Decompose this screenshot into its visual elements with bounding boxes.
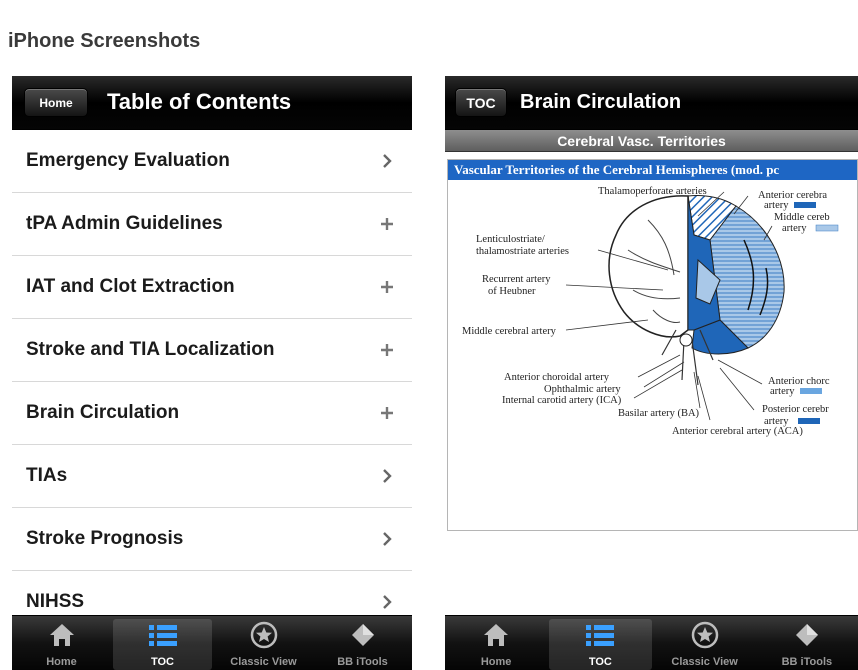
home-icon (47, 620, 77, 650)
tab-label: BB iTools (781, 656, 833, 668)
label-anterior-cerebral-artery: artery (764, 200, 789, 211)
vascular-territories-figure[interactable]: Vascular Territories of the Cerebral Hem… (447, 159, 858, 531)
toc-item-label: IAT and Clot Extraction (26, 276, 235, 297)
tab-label: TOC (150, 656, 175, 668)
tab-bar: Home TOC Classic View BB iTools (445, 615, 858, 670)
label-middle-cerebral: Middle cereb (774, 212, 830, 223)
toc-list: Emergency Evaluation tPA Admin Guideline… (12, 130, 412, 634)
brain-navbar: TOC Brain Circulation (445, 76, 858, 130)
star-circle-icon (249, 620, 279, 650)
toc-item-stroke-tia-localization[interactable]: Stroke and TIA Localization (12, 319, 412, 382)
toc-item-label: NIHSS (26, 591, 85, 612)
tab-label: BB iTools (337, 656, 388, 668)
label-lenticulostriate: Lenticulostriate/ (476, 234, 545, 245)
plus-icon (378, 404, 396, 422)
home-icon (481, 620, 511, 650)
toc-item-emergency-evaluation[interactable]: Emergency Evaluation (12, 130, 412, 193)
tab-bb-itools[interactable]: BB iTools (756, 616, 858, 670)
tab-bb-itools[interactable]: BB iTools (313, 616, 412, 670)
star-circle-icon (690, 620, 720, 650)
label-thalamostriate: thalamostriate arteries (476, 246, 569, 257)
toc-item-label: Brain Circulation (26, 402, 180, 423)
plus-icon (378, 341, 396, 359)
tab-label: Classic View (230, 656, 297, 668)
tab-classic-view[interactable]: Classic View (654, 616, 756, 670)
brain-diagram: Thalamoperforate arteries Anterior cereb… (462, 186, 839, 437)
label-posterior-cerebral-artery: artery (764, 416, 789, 427)
label-aca: Anterior cerebral artery (ACA) (672, 426, 803, 437)
tab-toc[interactable]: TOC (549, 619, 652, 670)
list-icon (585, 620, 615, 650)
toc-item-label: Stroke and TIA Localization (26, 339, 275, 360)
nav-title: Brain Circulation (520, 91, 682, 113)
label-ophthalmic: Ophthalmic artery (544, 384, 621, 395)
legend-swatch-mca (815, 224, 839, 232)
label-anterior-choroidal: Anterior choroidal artery (504, 372, 610, 383)
nav-title: Table of Contents (107, 89, 292, 114)
tab-home[interactable]: Home (445, 616, 547, 670)
diamond-icon (348, 620, 378, 650)
chevron-right-icon (378, 593, 396, 611)
legend-swatch-aca (794, 202, 816, 208)
toc-item-iat-clot-extraction[interactable]: IAT and Clot Extraction (12, 256, 412, 319)
toc-item-label: Emergency Evaluation (26, 150, 230, 171)
figure-area: Vascular Territories of the Cerebral Hem… (445, 153, 858, 615)
toc-item-tpa-admin-guidelines[interactable]: tPA Admin Guidelines (12, 193, 412, 256)
toc-nav-button[interactable]: TOC (455, 88, 507, 117)
tab-classic-view[interactable]: Classic View (214, 616, 313, 670)
chevron-right-icon (378, 467, 396, 485)
tab-bar: Home TOC Classic View BB iTools (12, 615, 412, 670)
toc-item-label: TIAs (26, 465, 68, 486)
diamond-icon (792, 620, 822, 650)
toc-item-brain-circulation[interactable]: Brain Circulation (12, 382, 412, 445)
label-heubner: of Heubner (488, 286, 536, 297)
chevron-right-icon (378, 152, 396, 170)
legend-swatch-pca (798, 418, 820, 424)
label-ica: Internal carotid artery (ICA) (502, 395, 622, 406)
tab-label: Home (480, 656, 512, 668)
figure-title: Vascular Territories of the Cerebral Hem… (448, 160, 857, 180)
tab-home[interactable]: Home (12, 616, 111, 670)
toc-item-label: Stroke Prognosis (26, 528, 184, 549)
tab-toc[interactable]: TOC (113, 619, 212, 670)
label-anterior-choroidal-right-artery: artery (770, 386, 795, 397)
tab-label: Home (46, 656, 77, 668)
legend-swatch-ach (800, 388, 822, 394)
chevron-right-icon (378, 530, 396, 548)
brain-circulation-screen: TOC Brain Circulation Cerebral Vasc. Ter… (445, 76, 858, 670)
page-heading: iPhone Screenshots (8, 30, 201, 52)
plus-icon (378, 215, 396, 233)
toc-navbar: Home Table of Contents (12, 76, 412, 130)
label-thalamoperforate: Thalamoperforate arteries (598, 186, 707, 197)
plus-icon (378, 278, 396, 296)
toc-item-label: tPA Admin Guidelines (26, 213, 223, 234)
brain-left-hemisphere (608, 195, 689, 338)
label-middle-cerebral-artery-left: Middle cerebral artery (462, 326, 557, 337)
label-recurrent-artery: Recurrent artery (482, 274, 551, 285)
home-nav-button[interactable]: Home (24, 88, 88, 117)
list-icon (148, 620, 178, 650)
label-middle-cerebral-artery: artery (782, 223, 807, 234)
toc-item-tias[interactable]: TIAs (12, 445, 412, 508)
section-subheader: Cerebral Vasc. Territories (445, 130, 858, 152)
tab-label: TOC (588, 656, 612, 668)
toc-item-stroke-prognosis[interactable]: Stroke Prognosis (12, 508, 412, 571)
toc-screen: Home Table of Contents Emergency Evaluat… (12, 76, 412, 670)
label-posterior-cerebral: Posterior cerebr (762, 404, 829, 415)
label-basilar: Basilar artery (BA) (618, 408, 700, 419)
tab-label: Classic View (671, 656, 738, 668)
